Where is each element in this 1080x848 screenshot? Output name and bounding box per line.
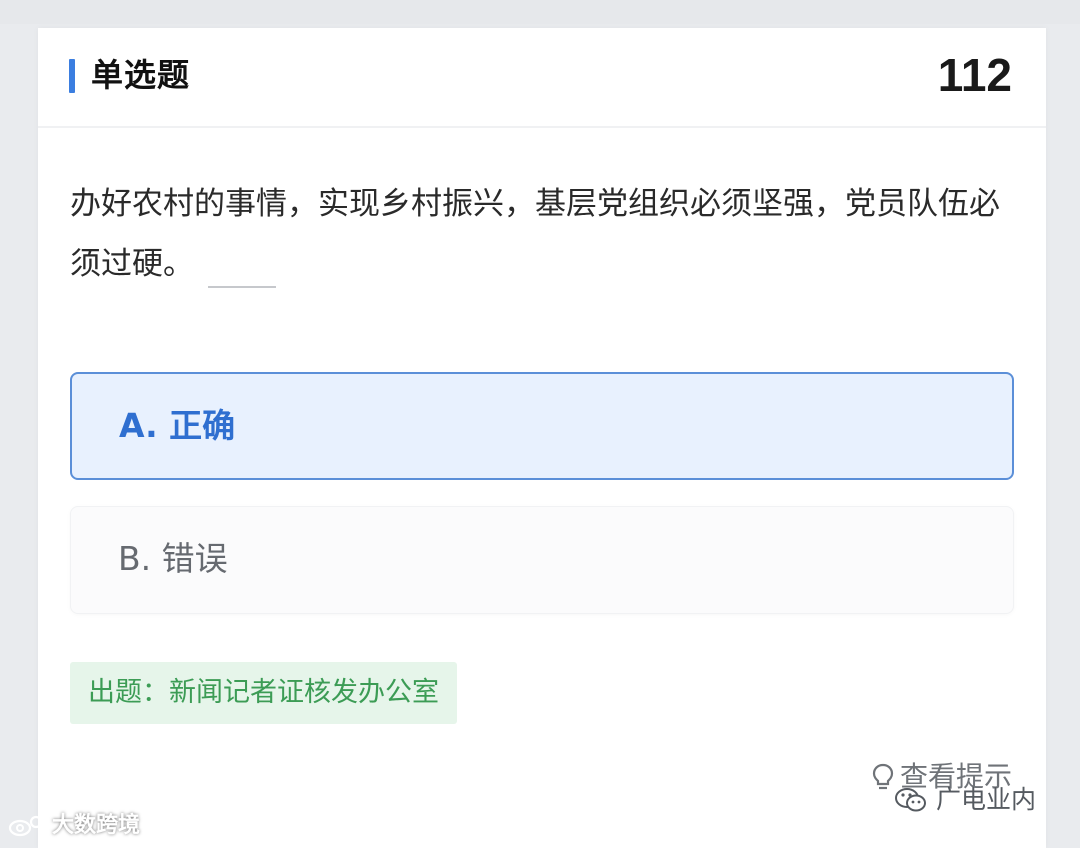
- question-stem: 办好农村的事情，实现乡村振兴，基层党组织必须坚强，党员队伍必须过硬。: [70, 174, 1020, 294]
- question-card: 单选题 112 办好农村的事情，实现乡村振兴，基层党组织必须坚强，党员队伍必须过…: [38, 28, 1046, 848]
- accent-bar: [69, 59, 75, 93]
- weibo-icon: [8, 815, 48, 837]
- answer-blank: [208, 286, 276, 288]
- weibo-watermark-text: 大数跨境: [52, 813, 141, 838]
- wechat-watermark-text: 广电业内: [936, 785, 1037, 814]
- question-type-label: 单选题: [91, 56, 191, 94]
- option-b-button[interactable]: B. 错误: [70, 506, 1014, 614]
- question-number: 112: [937, 49, 1012, 101]
- screen-top-edge: [0, 0, 1080, 24]
- option-a-label: A. 正确: [119, 406, 236, 445]
- option-b-label: B. 错误: [118, 539, 228, 578]
- wechat-icon: [895, 788, 926, 812]
- weibo-watermark: 大数跨境: [8, 811, 140, 841]
- option-a-button[interactable]: A. 正确: [70, 372, 1014, 480]
- question-text: 办好农村的事情，实现乡村振兴，基层党组织必须坚强，党员队伍必须过硬。: [70, 186, 1000, 282]
- question-source-badge: 出题：新闻记者证核发办公室: [70, 662, 457, 724]
- lightbulb-icon: [872, 763, 894, 790]
- card-header: 单选题 112: [38, 28, 1046, 128]
- wechat-watermark: 广电业内: [894, 784, 1036, 816]
